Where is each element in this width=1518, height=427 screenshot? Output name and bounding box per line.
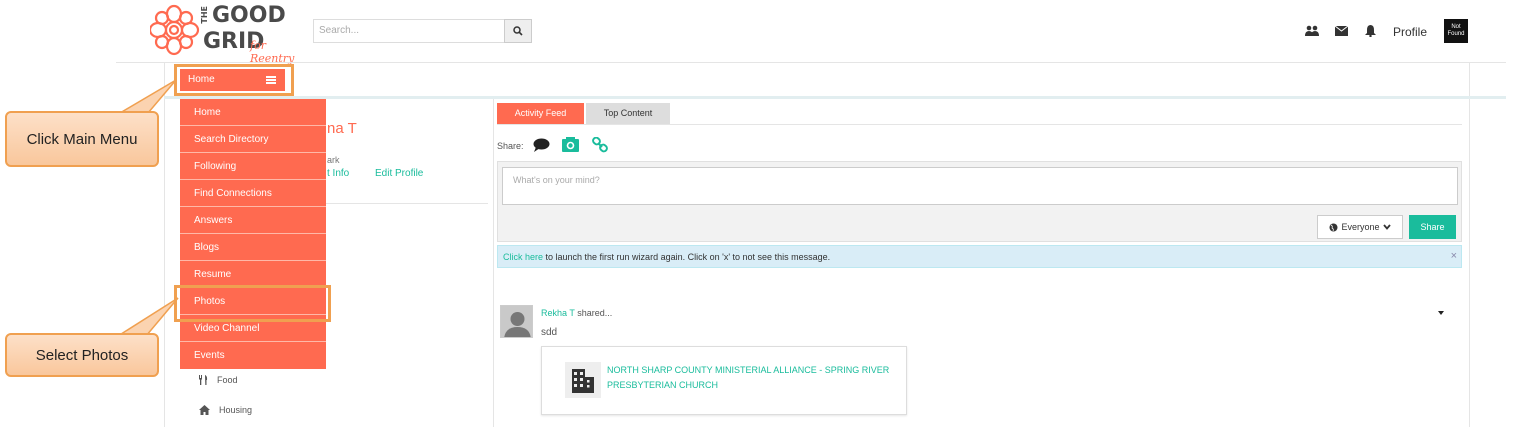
share-label: Share:	[497, 141, 524, 151]
notice-text: to launch the first run wizard again. Cl…	[543, 252, 831, 262]
tab-activity-feed[interactable]: Activity Feed	[497, 103, 584, 124]
callout-main-menu: Click Main Menu	[5, 111, 159, 167]
first-run-link[interactable]: Click here	[503, 252, 543, 262]
link-icon	[592, 136, 608, 153]
avatar[interactable]: Not Found	[1444, 19, 1468, 43]
search-button[interactable]	[504, 19, 532, 43]
profile-link[interactable]: Profile	[1393, 25, 1427, 39]
share-link-button[interactable]	[592, 136, 608, 158]
camera-icon	[562, 137, 579, 152]
tab-top-content[interactable]: Top Content	[586, 103, 670, 124]
post-text: sdd	[541, 327, 558, 338]
connections-button[interactable]	[1304, 24, 1320, 38]
post-options-caret[interactable]	[1438, 311, 1444, 315]
nav-divider	[164, 96, 1506, 99]
share-status-button[interactable]	[533, 138, 550, 158]
bell-icon	[1364, 25, 1376, 37]
post-header: Rekha T shared...	[541, 308, 612, 318]
user-silhouette-icon	[501, 306, 532, 337]
chevron-down-icon	[1382, 224, 1391, 230]
share-button[interactable]: Share	[1409, 215, 1456, 239]
first-run-notice: Click here to launch the first run wizar…	[497, 245, 1462, 268]
close-icon[interactable]: ×	[1451, 250, 1457, 262]
visibility-dropdown[interactable]: Everyone	[1317, 215, 1403, 239]
column-divider	[493, 99, 494, 427]
globe-icon	[1329, 223, 1338, 231]
building-icon	[565, 362, 601, 398]
envelope-icon	[1334, 26, 1348, 36]
search-input[interactable]: Search...	[313, 19, 505, 43]
post-avatar	[500, 305, 533, 338]
notifications-button[interactable]	[1362, 24, 1378, 38]
edit-profile-link[interactable]: Edit Profile	[375, 168, 423, 179]
messages-button[interactable]	[1333, 24, 1349, 38]
post-author-link[interactable]: Rekha T	[541, 308, 575, 318]
visibility-value: Everyone	[1341, 222, 1380, 232]
share-photo-button[interactable]	[562, 137, 579, 157]
post-action: shared...	[574, 308, 613, 318]
shared-card-title[interactable]: NORTH SHARP COUNTY MINISTERIAL ALLIANCE …	[607, 363, 897, 393]
post-textarea[interactable]: What's on your mind?	[502, 167, 1458, 205]
tabs-divider	[497, 124, 1462, 125]
users-icon	[1305, 25, 1319, 36]
search-icon	[513, 26, 523, 36]
callout-select-photos: Select Photos	[5, 333, 159, 377]
page-border-right	[1469, 62, 1470, 427]
speech-bubble-icon	[533, 138, 550, 152]
